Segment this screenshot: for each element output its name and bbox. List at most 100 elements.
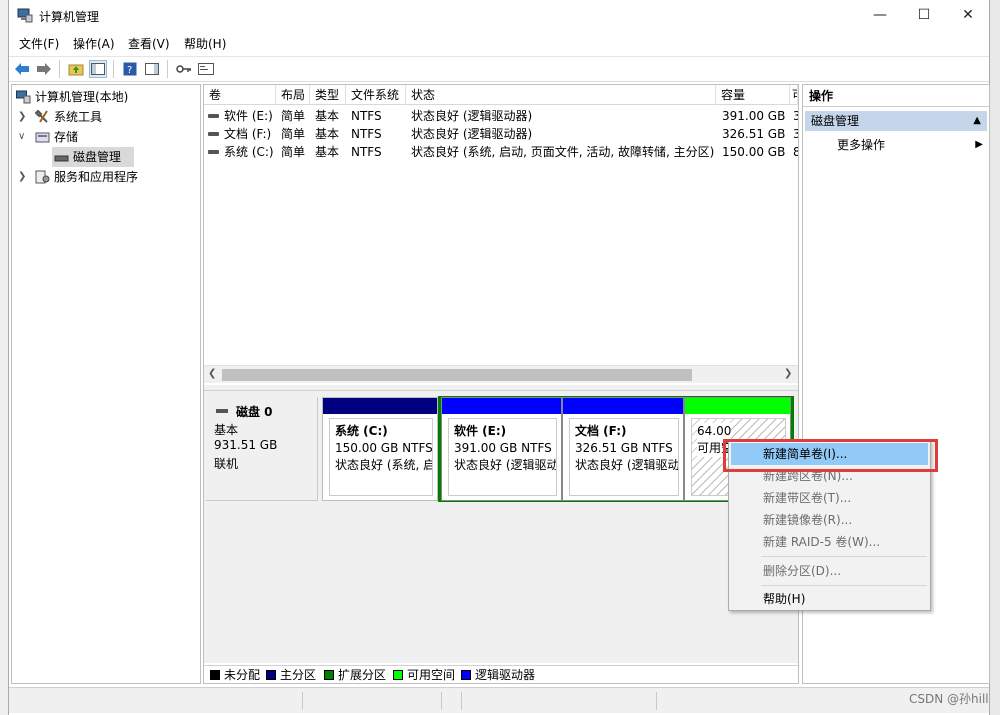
properties-button[interactable] (143, 60, 161, 78)
show-hide-tree-button[interactable] (89, 60, 107, 78)
actions-header: 操作 (803, 85, 989, 107)
column-status[interactable]: 状态 (406, 85, 716, 105)
partition-info: 系统 (C:) 150.00 GB NTFS 状态良好 (系统, 启动 (329, 418, 433, 496)
column-capacity[interactable]: 容量 (716, 85, 790, 105)
help-button[interactable]: ? (121, 60, 139, 78)
partition-f[interactable]: 文档 (F:) 326.51 GB NTFS 状态良好 (逻辑驱动器 (562, 397, 684, 501)
menu-new-mirrored-volume[interactable]: 新建镜像卷(R)... (731, 509, 928, 531)
watermark: CSDN @孙hill (909, 692, 989, 706)
actions-section-disk-management[interactable]: 磁盘管理 ▲ (805, 111, 987, 131)
volume-name: 软件 (E:) (224, 109, 273, 123)
volume-row[interactable]: 系统 (C:) 简单 基本 NTFS 状态良好 (系统, 启动, 页面文件, 活… (204, 143, 798, 161)
maximize-button[interactable]: ☐ (901, 0, 947, 30)
forward-button[interactable] (35, 60, 53, 78)
toolbar-separator (59, 60, 60, 78)
menu-new-raid5-volume[interactable]: 新建 RAID-5 卷(W)... (731, 531, 928, 553)
properties-icon (145, 63, 159, 75)
chevron-right-icon[interactable]: ❯ (18, 107, 26, 127)
status-divider (441, 692, 442, 710)
background-left (0, 0, 8, 715)
tree-item-disk-management[interactable]: 磁盘管理 (52, 147, 134, 167)
collapse-icon[interactable]: ▲ (973, 111, 981, 131)
volume-row[interactable]: 软件 (E:) 简单 基本 NTFS 状态良好 (逻辑驱动器) 391.00 G… (204, 107, 798, 125)
menu-delete-partition[interactable]: 删除分区(D)... (731, 560, 928, 582)
legend-swatch-unallocated (210, 670, 220, 680)
storage-icon (35, 132, 50, 143)
volume-fs: NTFS (351, 145, 382, 159)
scroll-left-icon[interactable]: ❮ (208, 368, 216, 379)
actions-section-label: 磁盘管理 (811, 114, 860, 128)
volume-type: 基本 (315, 145, 340, 159)
legend-swatch-primary (266, 670, 276, 680)
more-actions-item[interactable]: 更多操作 ▶ (803, 135, 989, 155)
menu-view[interactable]: 查看(V) (128, 35, 170, 52)
minimize-icon: — (873, 7, 887, 23)
volume-status: 状态良好 (逻辑驱动器) (411, 109, 533, 123)
monitor-icon (198, 63, 214, 75)
disk-icon (216, 409, 228, 413)
disk-0-label[interactable]: 磁盘 0 基本 931.51 GB 联机 (206, 397, 318, 501)
scrollbar-thumb[interactable] (222, 369, 692, 381)
disk-graph-view: 磁盘 0 基本 931.51 GB 联机 系统 (C:) 150.00 GB N… (204, 391, 798, 663)
partition-status: 状态良好 (逻辑驱动器 (575, 458, 679, 472)
horizontal-scrollbar[interactable]: ❮ ❯ (204, 365, 798, 383)
menu-action[interactable]: 操作(A) (73, 35, 115, 52)
chevron-right-icon[interactable]: ❯ (18, 167, 26, 187)
volume-row[interactable]: 文档 (F:) 简单 基本 NTFS 状态良好 (逻辑驱动器) 326.51 G… (204, 125, 798, 143)
volume-layout: 简单 (281, 109, 306, 123)
column-volume[interactable]: 卷 (204, 85, 276, 105)
menu-bar: 文件(F) 操作(A) 查看(V) 帮助(H) (9, 32, 989, 54)
free-space-bar (685, 398, 790, 414)
legend-label: 主分区 (280, 668, 317, 682)
tree-item-root[interactable]: 计算机管理(本地) (12, 87, 198, 107)
key-icon (176, 65, 191, 73)
console-button[interactable] (197, 60, 215, 78)
column-type[interactable]: 类型 (310, 85, 346, 105)
volume-capacity: 326.51 GB (722, 127, 786, 141)
logical-drive-bar (563, 398, 683, 414)
tree-label: 系统工具 (54, 110, 103, 124)
drive-icon (208, 132, 219, 136)
tree-item-storage[interactable]: ∨ 存储 (12, 127, 198, 147)
toolbar-separator (167, 60, 168, 78)
disk-icon (54, 155, 69, 162)
services-icon (35, 170, 50, 184)
menu-help[interactable]: 帮助(H) (184, 35, 226, 52)
close-button[interactable]: ✕ (945, 0, 991, 30)
menu-new-striped-volume[interactable]: 新建带区卷(T)... (731, 487, 928, 509)
legend: 未分配 主分区 扩展分区 可用空间 逻辑驱动器 (204, 665, 798, 683)
volume-fs: NTFS (351, 109, 382, 123)
volume-status: 状态良好 (系统, 启动, 页面文件, 活动, 故障转储, 主分区) (411, 145, 715, 159)
partition-c[interactable]: 系统 (C:) 150.00 GB NTFS 状态良好 (系统, 启动 (322, 397, 438, 501)
drive-icon (208, 150, 219, 154)
menu-separator (761, 556, 927, 557)
legend-swatch-logical (461, 670, 471, 680)
up-level-button[interactable] (67, 60, 85, 78)
scroll-right-icon[interactable]: ❯ (784, 368, 792, 379)
legend-swatch-extended (324, 670, 334, 680)
tree-item-system-tools[interactable]: ❯ 系统工具 (12, 107, 198, 127)
partition-e[interactable]: 软件 (E:) 391.00 GB NTFS 状态良好 (逻辑驱动 (441, 397, 562, 501)
tree-label: 计算机管理(本地) (35, 90, 129, 104)
column-layout[interactable]: 布局 (276, 85, 310, 105)
chevron-down-icon[interactable]: ∨ (18, 127, 25, 147)
tree-item-services[interactable]: ❯ 服务和应用程序 (12, 167, 198, 187)
computer-management-window: 计算机管理 — ☐ ✕ 文件(F) 操作(A) 查看(V) 帮助(H) ? 计算… (8, 0, 990, 715)
menu-file[interactable]: 文件(F) (19, 35, 59, 52)
column-free[interactable]: 可 (790, 85, 798, 105)
volume-name: 系统 (C:) (224, 145, 274, 159)
status-divider (656, 692, 657, 710)
menu-help-item[interactable]: 帮助(H) (731, 588, 928, 610)
connect-button[interactable] (175, 60, 193, 78)
volume-free: 8 (793, 145, 798, 159)
partition-status: 状态良好 (系统, 启动 (335, 458, 432, 472)
minimize-button[interactable]: — (857, 0, 903, 30)
back-button[interactable] (13, 60, 31, 78)
column-filesystem[interactable]: 文件系统 (346, 85, 406, 105)
computer-management-icon (16, 90, 31, 104)
status-divider (461, 692, 462, 710)
volume-type: 基本 (315, 109, 340, 123)
volume-name: 文档 (F:) (224, 127, 272, 141)
legend-label: 未分配 (224, 668, 261, 682)
legend-label: 逻辑驱动器 (475, 668, 536, 682)
